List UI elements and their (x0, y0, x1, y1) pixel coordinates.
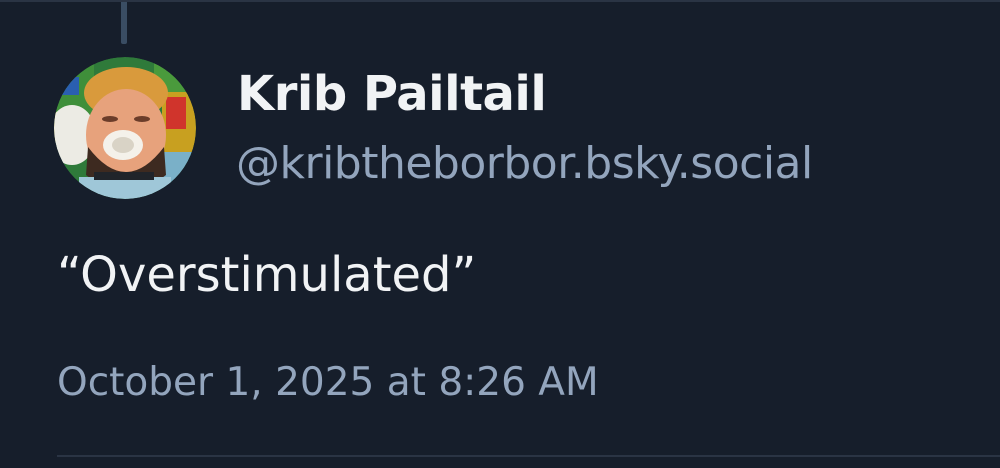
post: Krib Pailtail @kribtheborbor.bsky.social… (0, 0, 1000, 468)
author-display-name[interactable]: Krib Pailtail (237, 66, 547, 122)
divider (57, 455, 1000, 457)
avatar-image (54, 57, 196, 199)
author-handle[interactable]: @kribtheborbor.bsky.social (236, 138, 813, 189)
post-text: “Overstimulated” (57, 247, 477, 303)
post-timestamp[interactable]: October 1, 2025 at 8:26 AM (57, 360, 599, 405)
avatar[interactable] (54, 57, 196, 199)
